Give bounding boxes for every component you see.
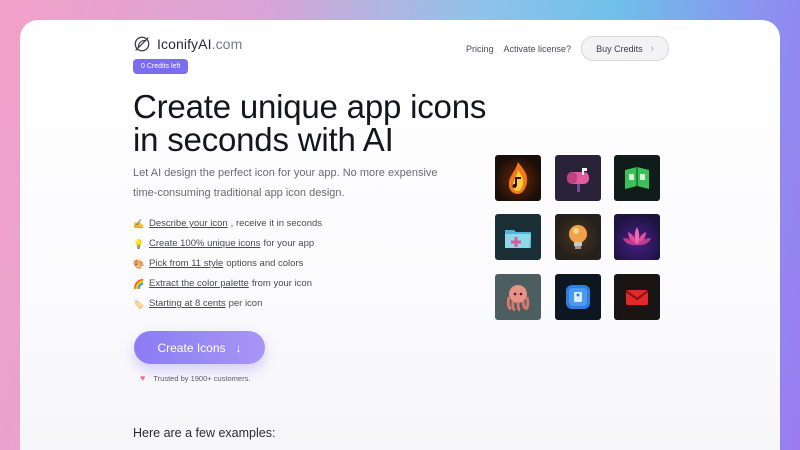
- red-envelope-icon: [614, 274, 660, 320]
- leaf-logo-icon: [134, 36, 150, 52]
- buy-credits-label: Buy Credits: [596, 43, 643, 54]
- price-tag-icon: 🏷️: [133, 299, 145, 309]
- list-item: 🌈 Extract the color palette from your ic…: [133, 274, 322, 294]
- feature-link[interactable]: Pick from 11 style: [149, 254, 223, 274]
- nav-pricing-link[interactable]: Pricing: [466, 44, 494, 54]
- lotus-icon: [614, 214, 660, 260]
- feature-link[interactable]: Create 100% unique icons: [149, 234, 260, 254]
- create-icons-label: Create Icons: [157, 340, 226, 355]
- music-flame-icon: [495, 155, 541, 201]
- folder-plus-icon: [495, 214, 541, 260]
- page-title: Create unique app icons in seconds with …: [133, 88, 487, 158]
- writing-hand-icon: ✍️: [133, 219, 145, 229]
- credits-badge: 0 Credits left: [133, 59, 189, 74]
- brand-logo[interactable]: IconifyAI.com: [133, 35, 242, 53]
- main-card: IconifyAI.com 0 Credits left Pricing Act…: [20, 20, 780, 450]
- feature-link[interactable]: Describe your icon: [149, 214, 228, 234]
- buy-credits-button[interactable]: Buy Credits ›: [581, 36, 669, 61]
- hero-subtext: Let AI design the perfect icon for your …: [133, 167, 438, 199]
- green-book-icon: [614, 155, 660, 201]
- mailbox-icon: [555, 155, 601, 201]
- feature-link[interactable]: Extract the color palette: [149, 274, 249, 294]
- arrow-down-icon: ↓: [235, 340, 242, 355]
- list-item: 💡 Create 100% unique icons for your app: [133, 234, 322, 254]
- blue-app-icon: [555, 274, 601, 320]
- brand-name: IconifyAI.com: [157, 36, 243, 52]
- list-item: 🎨 Pick from 11 style options and colors: [133, 254, 322, 274]
- trusted-note: ♥ Trusted by 1900+ customers.: [140, 373, 251, 383]
- lightbulb-icon: [555, 214, 601, 260]
- list-item: 🏷️ Starting at 8 cents per icon: [133, 294, 322, 314]
- feature-list: ✍️ Describe your icon , receive it in se…: [133, 214, 322, 314]
- palette-icon: 🎨: [133, 259, 145, 269]
- feature-link[interactable]: Starting at 8 cents: [149, 294, 226, 314]
- create-icons-button[interactable]: Create Icons ↓: [134, 331, 265, 364]
- heart-icon: ♥: [140, 373, 146, 383]
- pink-octopus-icon: [495, 274, 541, 320]
- nav-activate-license-link[interactable]: Activate license?: [504, 44, 572, 54]
- examples-heading: Here are a few examples:: [133, 426, 276, 440]
- top-nav: Pricing Activate license? Buy Credits ›: [466, 36, 669, 61]
- chevron-right-icon: ›: [650, 43, 654, 54]
- rainbow-icon: 🌈: [133, 279, 145, 289]
- lightbulb-emoji-icon: 💡: [133, 239, 145, 249]
- list-item: ✍️ Describe your icon , receive it in se…: [133, 214, 322, 234]
